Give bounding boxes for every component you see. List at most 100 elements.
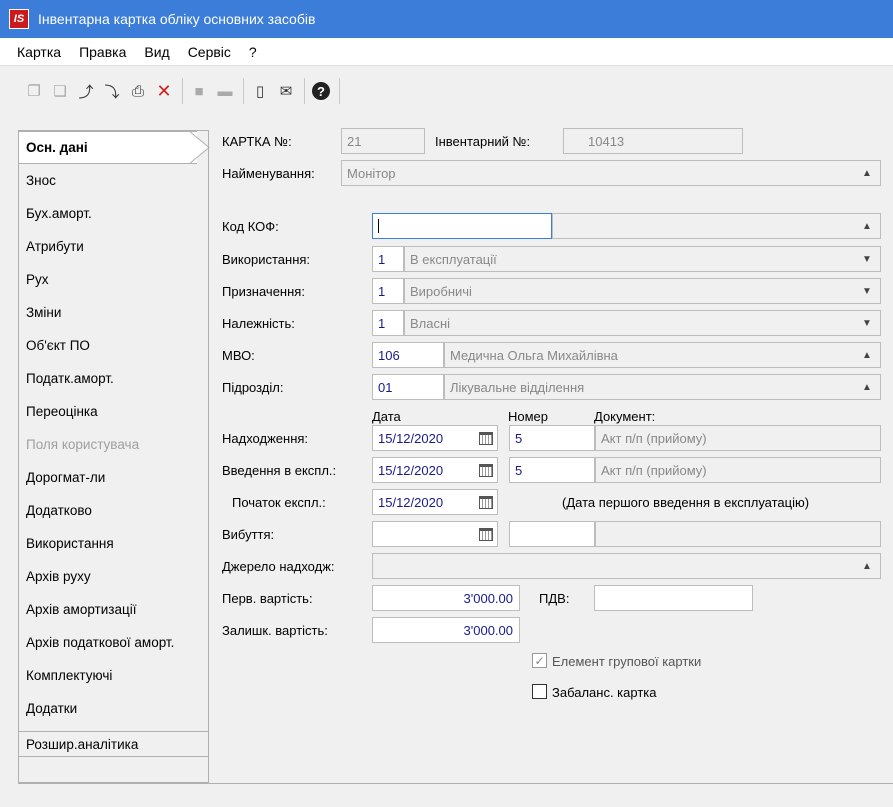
disposal-document-field[interactable]: [595, 521, 881, 547]
initial-cost-field[interactable]: 3'000.00: [372, 585, 520, 611]
kof-code-input[interactable]: [372, 213, 552, 239]
belonging-name-field[interactable]: Власні: [404, 310, 881, 336]
inventory-no-field[interactable]: 10413: [563, 128, 743, 154]
department-name-field[interactable]: Лікувальне відділення: [444, 374, 881, 400]
receipt-document-field[interactable]: Акт п/п (прийому): [595, 425, 881, 451]
toolbar-separator: [304, 78, 305, 104]
sidebar-item-attachments[interactable]: Додатки: [19, 692, 209, 725]
number-column-header: Номер: [508, 409, 549, 424]
document-column-header: Документ:: [594, 409, 656, 424]
window-title: Інвентарна картка обліку основних засобі…: [38, 11, 316, 27]
sidebar-item-additional[interactable]: Додатково: [19, 494, 209, 527]
sidebar-item-precious-materials[interactable]: Дорогмат-ли: [19, 461, 209, 494]
chevron-up-icon[interactable]: ▲: [857, 160, 877, 186]
menu-service[interactable]: Сервіс: [179, 44, 240, 60]
sidebar-item-changes[interactable]: Зміни: [19, 296, 209, 329]
document-icon[interactable]: ▯: [248, 79, 272, 103]
name-field[interactable]: Монітор: [341, 160, 881, 186]
toolbar-separator: [243, 78, 244, 104]
usage-label: Використання:: [222, 252, 311, 267]
department-code-field[interactable]: 01: [372, 374, 444, 400]
chevron-up-icon[interactable]: ▲: [857, 342, 877, 368]
disposal-label: Вибуття:: [222, 527, 275, 542]
sidebar-item-accounting-amort[interactable]: Бух.аморт.: [19, 197, 209, 230]
chevron-up-icon[interactable]: ▲: [857, 213, 877, 239]
mail-icon[interactable]: ✉: [274, 79, 298, 103]
usage-code-field[interactable]: 1: [372, 246, 404, 272]
initial-cost-label: Перв. вартість:: [222, 591, 313, 606]
toolbar: ❐ ❏ ⤴ ⤵ ⎙ ✕ ■ ▬ ▯ ✉ ?: [0, 67, 893, 115]
calendar-icon[interactable]: [475, 457, 497, 483]
menu-edit[interactable]: Правка: [70, 44, 135, 60]
print-icon[interactable]: ⎙: [126, 79, 150, 103]
window-icon[interactable]: ▬: [213, 79, 237, 103]
purpose-name-field[interactable]: Виробничі: [404, 278, 881, 304]
sidebar-item-object-po[interactable]: Об'єкт ПО: [19, 329, 209, 362]
belonging-code-field[interactable]: 1: [372, 310, 404, 336]
chevron-up-icon[interactable]: ▲: [857, 553, 877, 579]
mvo-code-field[interactable]: 106: [372, 342, 444, 368]
mvo-name-field[interactable]: Медична Ольга Михайлівна: [444, 342, 881, 368]
paste-icon[interactable]: ❏: [48, 79, 72, 103]
commissioning-document-field[interactable]: Акт п/п (прийому): [595, 457, 881, 483]
sidebar-item-movement[interactable]: Рух: [19, 263, 209, 296]
redo-icon[interactable]: ⤵: [100, 79, 124, 103]
sidebar-item-tax-amort[interactable]: Податк.аморт.: [19, 362, 209, 395]
kof-name-field[interactable]: [552, 213, 881, 239]
chevron-down-icon[interactable]: ▼: [857, 310, 877, 336]
sidebar-item-movement-archive[interactable]: Архів руху: [19, 560, 209, 593]
app-logo-icon: IS: [9, 9, 29, 29]
sidebar-item-revaluation[interactable]: Переоцінка: [19, 395, 209, 428]
vat-field[interactable]: [594, 585, 753, 611]
menu-help[interactable]: ?: [240, 44, 266, 60]
offbalance-checkbox[interactable]: [532, 684, 547, 699]
department-label: Підрозділ:: [222, 380, 284, 395]
menu-card[interactable]: Картка: [0, 44, 70, 60]
commissioning-label: Введення в експл.:: [222, 463, 337, 478]
kof-label: Код КОФ:: [222, 219, 279, 234]
undo-icon[interactable]: ⤴: [74, 79, 98, 103]
chevron-up-icon[interactable]: ▲: [857, 374, 877, 400]
purpose-code-field[interactable]: 1: [372, 278, 404, 304]
source-field[interactable]: [372, 553, 881, 579]
title-bar: IS Інвентарна картка обліку основних зас…: [0, 0, 893, 38]
inventory-no-label: Інвентарний №:: [435, 134, 531, 149]
toolbar-separator: [339, 78, 340, 104]
sidebar-item-usage[interactable]: Використання: [19, 527, 209, 560]
grid-icon[interactable]: ■: [187, 79, 211, 103]
menu-view[interactable]: Вид: [135, 44, 178, 60]
toolbar-separator: [182, 78, 183, 104]
usage-name-field[interactable]: В експлуатації: [404, 246, 881, 272]
delete-icon[interactable]: ✕: [152, 79, 176, 103]
sidebar-item-main-data[interactable]: Осн. дані: [19, 131, 197, 164]
offbalance-label: Забаланс. картка: [552, 685, 657, 700]
card-no-label: КАРТКА №:: [222, 134, 292, 149]
group-element-checkbox[interactable]: ✓: [532, 653, 547, 668]
calendar-icon[interactable]: [475, 425, 497, 451]
mvo-label: МВО:: [222, 348, 255, 363]
copy-icon[interactable]: ❐: [22, 79, 46, 103]
sidebar-item-attributes[interactable]: Атрибути: [19, 230, 209, 263]
disposal-number-field[interactable]: [509, 521, 595, 547]
sidebar-item-extended-analytics[interactable]: Розшир.аналітика: [19, 731, 209, 757]
sidebar-item-tax-amort-archive[interactable]: Архів податкової аморт.: [19, 626, 209, 659]
calendar-icon[interactable]: [475, 521, 497, 547]
chevron-down-icon[interactable]: ▼: [857, 278, 877, 304]
receipt-label: Надходження:: [222, 431, 309, 446]
bottom-border: [18, 783, 893, 784]
residual-cost-label: Залишк. вартість:: [222, 623, 328, 638]
residual-cost-field[interactable]: 3'000.00: [372, 617, 520, 643]
date-column-header: Дата: [372, 409, 401, 424]
receipt-number-field[interactable]: 5: [509, 425, 595, 451]
card-no-field[interactable]: 21: [341, 128, 425, 154]
sidebar-item-components[interactable]: Комплектуючі: [19, 659, 209, 692]
vat-label: ПДВ:: [539, 591, 570, 606]
source-label: Джерело надходж:: [222, 559, 335, 574]
calendar-icon[interactable]: [475, 489, 497, 515]
sidebar-item-depreciation[interactable]: Знос: [19, 164, 209, 197]
help-icon[interactable]: ?: [309, 79, 333, 103]
sidebar-item-amort-archive[interactable]: Архів амортизації: [19, 593, 209, 626]
sidebar: Осн. дані Знос Бух.аморт. Атрибути Рух З…: [18, 130, 210, 783]
commissioning-number-field[interactable]: 5: [509, 457, 595, 483]
chevron-down-icon[interactable]: ▼: [857, 246, 877, 272]
